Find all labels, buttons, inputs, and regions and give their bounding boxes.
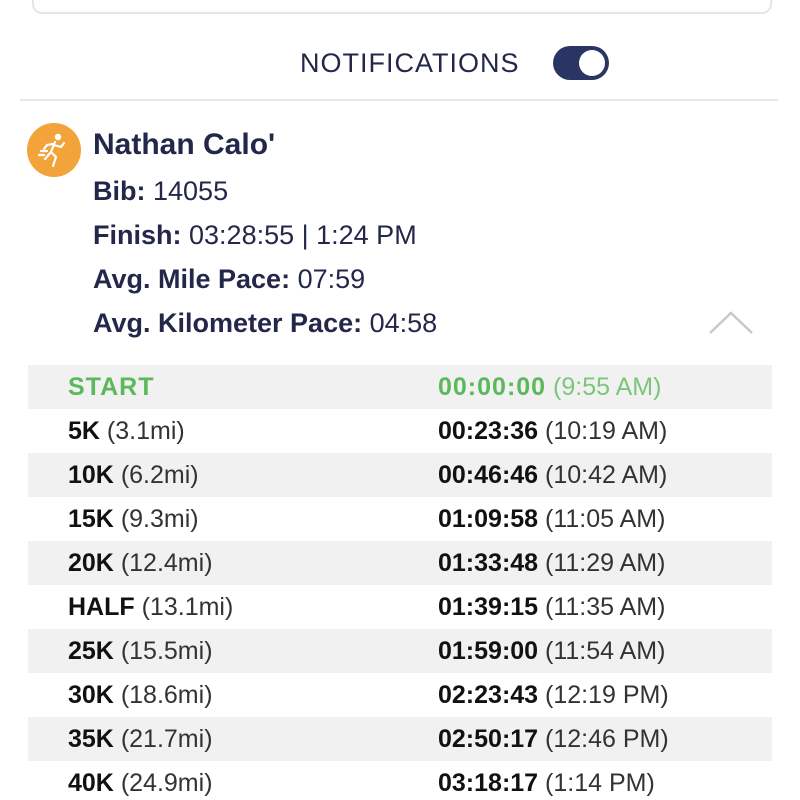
- split-row: 25K (15.5mi) 01:59:00 (11:54 AM): [28, 629, 772, 673]
- split-time: 03:18:17 (1:14 PM): [438, 761, 655, 800]
- split-label: START: [68, 373, 155, 401]
- split-elapsed: 03:18:17: [438, 769, 539, 797]
- divider: [20, 99, 778, 101]
- split-label: 15K: [68, 505, 114, 533]
- split-time: 02:50:17 (12:46 PM): [438, 717, 669, 761]
- split-time: 00:00:00 (9:55 AM): [438, 365, 661, 409]
- toggle-knob: [579, 50, 605, 76]
- notifications-toggle[interactable]: [553, 46, 609, 80]
- split-name: 30K (18.6mi): [68, 673, 213, 717]
- split-time: 02:23:43 (12:19 PM): [438, 673, 669, 717]
- mile-pace-line: Avg. Mile Pace: 07:59: [93, 257, 437, 301]
- split-time: 01:09:58 (11:05 AM): [438, 497, 665, 541]
- split-row: START 00:00:00 (9:55 AM): [28, 365, 772, 409]
- finish-label: Finish:: [93, 220, 182, 250]
- split-clock: (11:05 AM): [545, 505, 666, 533]
- split-elapsed: 00:23:36: [438, 417, 539, 445]
- split-row: 30K (18.6mi) 02:23:43 (12:19 PM): [28, 673, 772, 717]
- split-time: 01:33:48 (11:29 AM): [438, 541, 665, 585]
- split-name: 40K (24.9mi): [68, 761, 213, 800]
- split-label: 25K: [68, 637, 114, 665]
- km-pace-label: Avg. Kilometer Pace:: [93, 308, 363, 338]
- split-clock: (9:55 AM): [553, 373, 662, 401]
- split-clock: (12:19 PM): [545, 681, 669, 709]
- split-label: 35K: [68, 725, 114, 753]
- bib-line: Bib: 14055: [93, 169, 437, 213]
- split-row: HALF (13.1mi) 01:39:15 (11:35 AM): [28, 585, 772, 629]
- split-distance: (21.7mi): [120, 725, 213, 753]
- runner-avatar: [27, 123, 81, 177]
- split-clock: (12:46 PM): [545, 725, 669, 753]
- split-elapsed: 00:00:00: [438, 373, 547, 401]
- mile-pace-value: 07:59: [297, 264, 366, 294]
- split-label: 5K: [68, 417, 100, 445]
- split-label: 10K: [68, 461, 114, 489]
- split-distance: (24.9mi): [120, 769, 213, 797]
- split-clock: (1:14 PM): [545, 769, 655, 797]
- split-clock: (11:54 AM): [545, 637, 666, 665]
- split-name: START: [68, 365, 154, 409]
- split-name: 35K (21.7mi): [68, 717, 213, 761]
- bib-label: Bib:: [93, 176, 146, 206]
- split-elapsed: 01:59:00: [438, 637, 539, 665]
- split-elapsed: 01:09:58: [438, 505, 539, 533]
- notifications-label: NOTIFICATIONS: [300, 48, 520, 78]
- split-name: 15K (9.3mi): [68, 497, 199, 541]
- split-clock: (11:29 AM): [545, 549, 666, 577]
- runner-icon: [37, 133, 66, 168]
- split-clock: (10:42 AM): [545, 461, 668, 489]
- split-label: HALF: [68, 593, 135, 621]
- notifications-row: NOTIFICATIONS: [0, 40, 800, 90]
- split-distance: (3.1mi): [106, 417, 185, 445]
- km-pace-line: Avg. Kilometer Pace: 04:58: [93, 301, 437, 345]
- split-row: 35K (21.7mi) 02:50:17 (12:46 PM): [28, 717, 772, 761]
- split-elapsed: 02:50:17: [438, 725, 539, 753]
- mile-pace-label: Avg. Mile Pace:: [93, 264, 291, 294]
- split-row: 20K (12.4mi) 01:33:48 (11:29 AM): [28, 541, 772, 585]
- runner-name: Nathan Calo': [93, 128, 276, 161]
- split-name: 25K (15.5mi): [68, 629, 213, 673]
- splits-table: START 00:00:00 (9:55 AM) 5K (3.1mi) 00:2…: [28, 365, 772, 800]
- runner-info: Nathan Calo' Bib: 14055 Finish: 03:28:55…: [93, 125, 437, 345]
- split-label: 30K: [68, 681, 114, 709]
- split-elapsed: 01:39:15: [438, 593, 539, 621]
- split-elapsed: 00:46:46: [438, 461, 539, 489]
- km-pace-value: 04:58: [369, 308, 438, 338]
- split-row: 40K (24.9mi) 03:18:17 (1:14 PM): [28, 761, 772, 800]
- split-elapsed: 01:33:48: [438, 549, 539, 577]
- split-label: 40K: [68, 769, 114, 797]
- split-name: 5K (3.1mi): [68, 409, 185, 453]
- split-name: 20K (12.4mi): [68, 541, 213, 585]
- split-distance: (13.1mi): [141, 593, 234, 621]
- split-distance: (18.6mi): [120, 681, 213, 709]
- split-name: HALF (13.1mi): [68, 585, 233, 629]
- split-distance: (6.2mi): [120, 461, 199, 489]
- split-clock: (11:35 AM): [545, 593, 666, 621]
- split-distance: (15.5mi): [120, 637, 213, 665]
- split-name: 10K (6.2mi): [68, 453, 199, 497]
- top-card: [32, 0, 772, 14]
- split-time: 01:39:15 (11:35 AM): [438, 585, 665, 629]
- split-time: 01:59:00 (11:54 AM): [438, 629, 665, 673]
- split-label: 20K: [68, 549, 114, 577]
- split-elapsed: 02:23:43: [438, 681, 539, 709]
- split-time: 00:46:46 (10:42 AM): [438, 453, 667, 497]
- split-row: 10K (6.2mi) 00:46:46 (10:42 AM): [28, 453, 772, 497]
- split-time: 00:23:36 (10:19 AM): [438, 409, 667, 453]
- split-row: 15K (9.3mi) 01:09:58 (11:05 AM): [28, 497, 772, 541]
- split-distance: (9.3mi): [120, 505, 199, 533]
- split-row: 5K (3.1mi) 00:23:36 (10:19 AM): [28, 409, 772, 453]
- bib-value: 14055: [153, 176, 229, 206]
- chevron-up-icon[interactable]: [707, 308, 755, 341]
- split-distance: (12.4mi): [120, 549, 213, 577]
- finish-line: Finish: 03:28:55 | 1:24 PM: [93, 213, 437, 257]
- race-tracker-screen: NOTIFICATIONS Nathan Calo' Bib: 14055 Fi…: [0, 0, 800, 800]
- split-clock: (10:19 AM): [545, 417, 668, 445]
- finish-value: 03:28:55 | 1:24 PM: [189, 220, 417, 250]
